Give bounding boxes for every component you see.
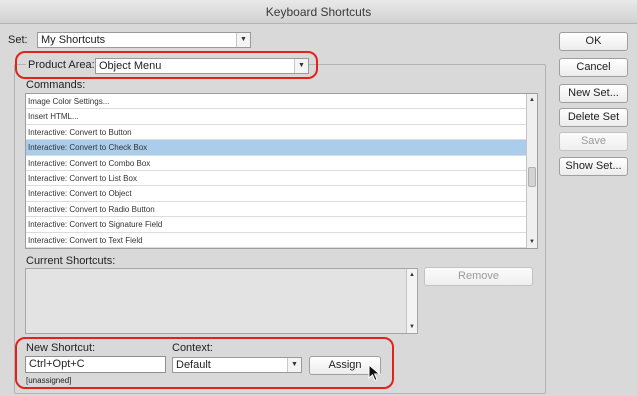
show-set-button[interactable]: Show Set... <box>559 157 628 176</box>
delete-set-button[interactable]: Delete Set <box>559 108 628 127</box>
commands-list[interactable]: Image Color Settings... Insert HTML... I… <box>25 93 538 249</box>
new-set-button[interactable]: New Set... <box>559 84 628 103</box>
list-item-selected[interactable]: Interactive: Convert to Check Box <box>26 140 537 156</box>
window-title: Keyboard Shortcuts <box>265 5 372 19</box>
set-select-value: My Shortcuts <box>41 34 106 46</box>
chevron-down-icon: ▼ <box>236 33 250 47</box>
list-item[interactable]: Interactive: Convert to Combo Box <box>26 156 537 171</box>
triangle-down-icon[interactable]: ▼ <box>527 237 537 247</box>
list-item[interactable]: Interactive: Convert to Button <box>26 125 537 141</box>
triangle-up-icon[interactable]: ▲ <box>527 95 537 105</box>
list-item[interactable]: Interactive: Convert to Text Field <box>26 233 537 248</box>
triangle-up-icon[interactable]: ▲ <box>407 270 417 280</box>
current-shortcuts-list[interactable]: ▲ ▼ <box>25 268 418 334</box>
list-item[interactable]: Interactive: Convert to Radio Button <box>26 202 537 218</box>
list-item[interactable]: Interactive: Convert to List Box <box>26 171 537 187</box>
scrollbar-thumb[interactable] <box>528 166 536 187</box>
list-item[interactable]: Interactive: Convert to Object <box>26 186 537 202</box>
list-item[interactable]: Image Color Settings... <box>26 94 537 110</box>
triangle-down-icon[interactable]: ▼ <box>407 322 417 332</box>
window-title-bar: Keyboard Shortcuts <box>0 0 637 24</box>
commands-label: Commands: <box>26 79 86 91</box>
new-shortcut-highlight <box>15 337 394 389</box>
product-area-highlight <box>15 51 318 79</box>
remove-button[interactable]: Remove <box>424 267 533 286</box>
commands-scrollbar[interactable]: ▲ ▼ <box>526 94 537 248</box>
set-label: Set: <box>8 34 28 46</box>
current-shortcuts-scrollbar[interactable]: ▲ ▼ <box>406 269 417 333</box>
list-item[interactable]: Interactive: Convert to Signature Field <box>26 217 537 233</box>
ok-button[interactable]: OK <box>559 32 628 51</box>
current-shortcuts-label: Current Shortcuts: <box>26 255 116 267</box>
save-button[interactable]: Save <box>559 132 628 151</box>
list-item[interactable]: Insert HTML... <box>26 109 537 125</box>
set-select[interactable]: My Shortcuts ▼ <box>37 32 251 48</box>
cancel-button[interactable]: Cancel <box>559 58 628 77</box>
mouse-pointer-icon <box>368 364 381 382</box>
